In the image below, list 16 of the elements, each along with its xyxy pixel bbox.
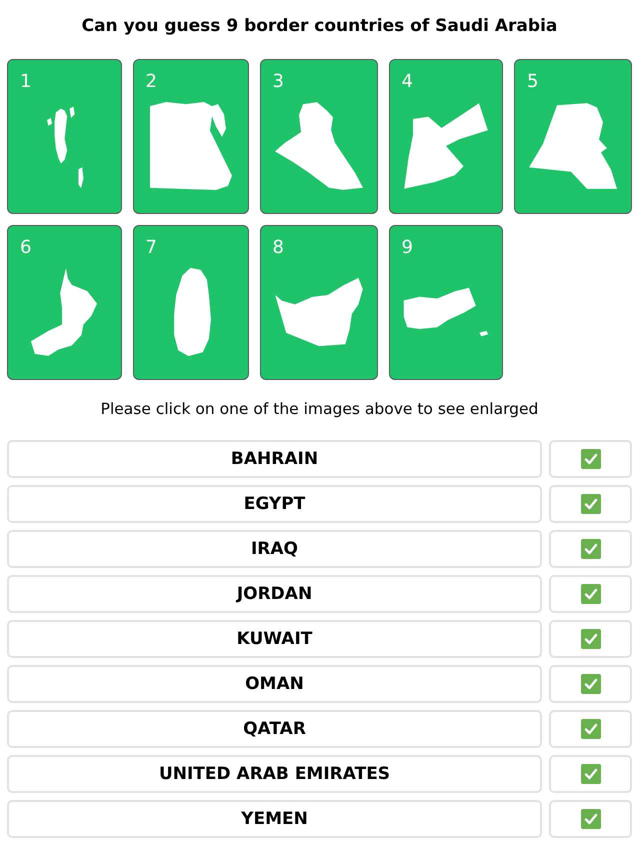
country-shape-icon — [402, 286, 490, 338]
answer-field[interactable]: BAHRAIN — [7, 440, 542, 478]
answer-field[interactable]: EGYPT — [7, 485, 542, 523]
country-shape-icon — [402, 100, 490, 190]
answer-field[interactable]: QATAR — [7, 710, 542, 748]
answer-field[interactable]: KUWAIT — [7, 620, 542, 658]
answer-field[interactable]: UNITED ARAB EMIRATES — [7, 755, 542, 793]
answer-field[interactable]: JORDAN — [7, 575, 542, 613]
country-shape-icon — [272, 276, 364, 348]
country-shape-icon — [527, 100, 619, 190]
answer-field[interactable]: IRAQ — [7, 530, 542, 568]
answer-field[interactable]: OMAN — [7, 665, 542, 703]
country-shape-icon — [272, 100, 364, 192]
instruction-text: Please click on one of the images above to see enlarged — [100, 399, 540, 420]
quiz-title: Can you guess 9 border countries of Saudi Arabia — [80, 15, 558, 38]
answer-field[interactable]: YEMEN — [7, 800, 542, 838]
